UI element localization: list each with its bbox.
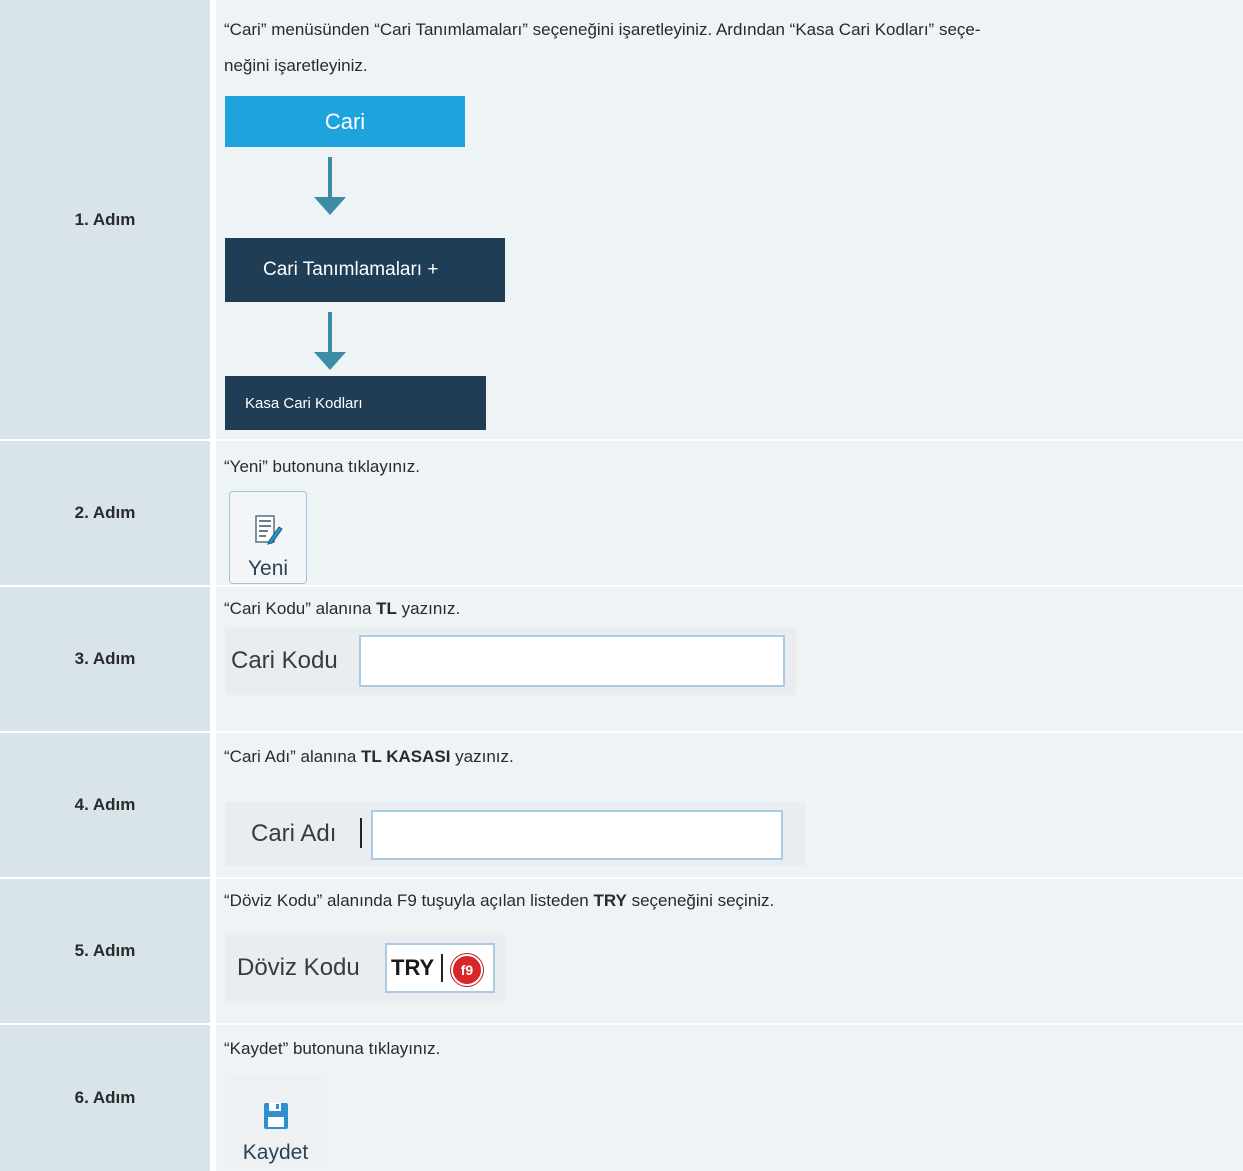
step-instruction: “Yeni” butonuna tıklayınız. (224, 457, 420, 476)
step-instruction: “Döviz Kodu” alanında F9 tuşuyla açılan … (224, 883, 1229, 919)
step-content: “Cari Adı” alanına TL KASASI yazınız. Ca… (214, 733, 1243, 877)
instruction-bold: TRY (593, 891, 627, 910)
f9-key-icon[interactable]: f9 (451, 954, 483, 986)
cari-adi-snippet: Cari Adı (225, 802, 805, 866)
text-caret (360, 818, 362, 848)
yeni-button[interactable]: Yeni (229, 491, 307, 584)
instruction-text: seçeneğini seçiniz. (626, 891, 775, 910)
step-instruction: “Kaydet” butonuna tıklayınız. (224, 1039, 441, 1058)
doviz-kodu-value: TRY (391, 955, 435, 980)
step-label: 1. Adım (0, 0, 210, 439)
instruction-text: “Cari Kodu” alanına (224, 599, 377, 618)
step-label: 3. Adım (0, 587, 210, 731)
menu-cari[interactable]: Cari (225, 96, 465, 147)
step-instruction: “Cari” menüsünden “Cari Tanımlamaları” s… (224, 12, 1229, 84)
instruction-line-1: “Cari” menüsünden “Cari Tanımlamaları” s… (224, 20, 981, 39)
cari-kodu-snippet: Cari Kodu (225, 627, 796, 695)
step-row-2: 2. Adım “Yeni” butonuna tıklayınız. Yeni (0, 441, 1243, 587)
step-label: 6. Adım (0, 1025, 210, 1171)
instruction-bold: TL (376, 599, 397, 618)
instruction-line-2: neğini işaretleyiniz. (224, 56, 368, 75)
kaydet-button-label: Kaydet (242, 1141, 309, 1164)
step-label: 2. Adım (0, 441, 210, 585)
step-instruction: “Cari Adı” alanına TL KASASI yazınız. (224, 739, 1229, 775)
cari-adi-label: Cari Adı (251, 820, 337, 847)
step-row-5: 5. Adım “Döviz Kodu” alanında F9 tuşuyla… (0, 879, 1243, 1025)
yeni-button-label: Yeni (247, 557, 289, 580)
step-label: 4. Adım (0, 733, 210, 877)
step-content: “Kaydet” butonuna tıklayınız. Kaydet (214, 1025, 1243, 1171)
step-row-6: 6. Adım “Kaydet” butonuna tıklayınız. Ka… (0, 1025, 1243, 1171)
text-caret (441, 954, 443, 982)
instruction-text: yazınız. (396, 599, 461, 618)
instruction-text: “Döviz Kodu” alanında F9 tuşuyla açılan … (224, 891, 594, 910)
step-content: “Döviz Kodu” alanında F9 tuşuyla açılan … (214, 879, 1243, 1023)
step-row-3: 3. Adım “Cari Kodu” alanına TL yazınız. … (0, 587, 1243, 733)
step-label: 5. Adım (0, 879, 210, 1023)
instruction-text: “Cari Adı” alanına (224, 747, 362, 766)
cari-kodu-label: Cari Kodu (231, 647, 338, 674)
step-content: “Yeni” butonuna tıklayınız. Yeni (214, 441, 1243, 585)
new-document-icon (253, 514, 283, 553)
cari-adi-field[interactable] (371, 810, 783, 860)
menu-cari-tanimlamalari[interactable]: Cari Tanımlamaları + (225, 238, 505, 302)
step-content: “Cari” menüsünden “Cari Tanımlamaları” s… (214, 0, 1243, 439)
cari-kodu-field[interactable] (359, 635, 785, 687)
steps-table: 1. Adım “Cari” menüsünden “Cari Tanımlam… (0, 0, 1243, 1171)
doviz-kodu-field[interactable]: TRY f9 (385, 943, 495, 993)
kaydet-button[interactable]: Kaydet (225, 1075, 326, 1167)
menu-kasa-cari-kodlari[interactable]: Kasa Cari Kodları (225, 376, 486, 430)
step-row-1: 1. Adım “Cari” menüsünden “Cari Tanımlam… (0, 0, 1243, 441)
instruction-text: yazınız. (450, 747, 514, 766)
instruction-bold: TL KASASI (361, 747, 451, 766)
doviz-kodu-label: Döviz Kodu (237, 954, 360, 981)
doviz-kodu-snippet: Döviz Kodu TRY f9 (225, 935, 505, 1001)
step-row-4: 4. Adım “Cari Adı” alanına TL KASASI yaz… (0, 733, 1243, 879)
save-disk-icon (263, 1102, 289, 1135)
step-content: “Cari Kodu” alanına TL yazınız. Cari Kod… (214, 587, 1243, 731)
step-instruction: “Cari Kodu” alanına TL yazınız. (224, 591, 1229, 627)
